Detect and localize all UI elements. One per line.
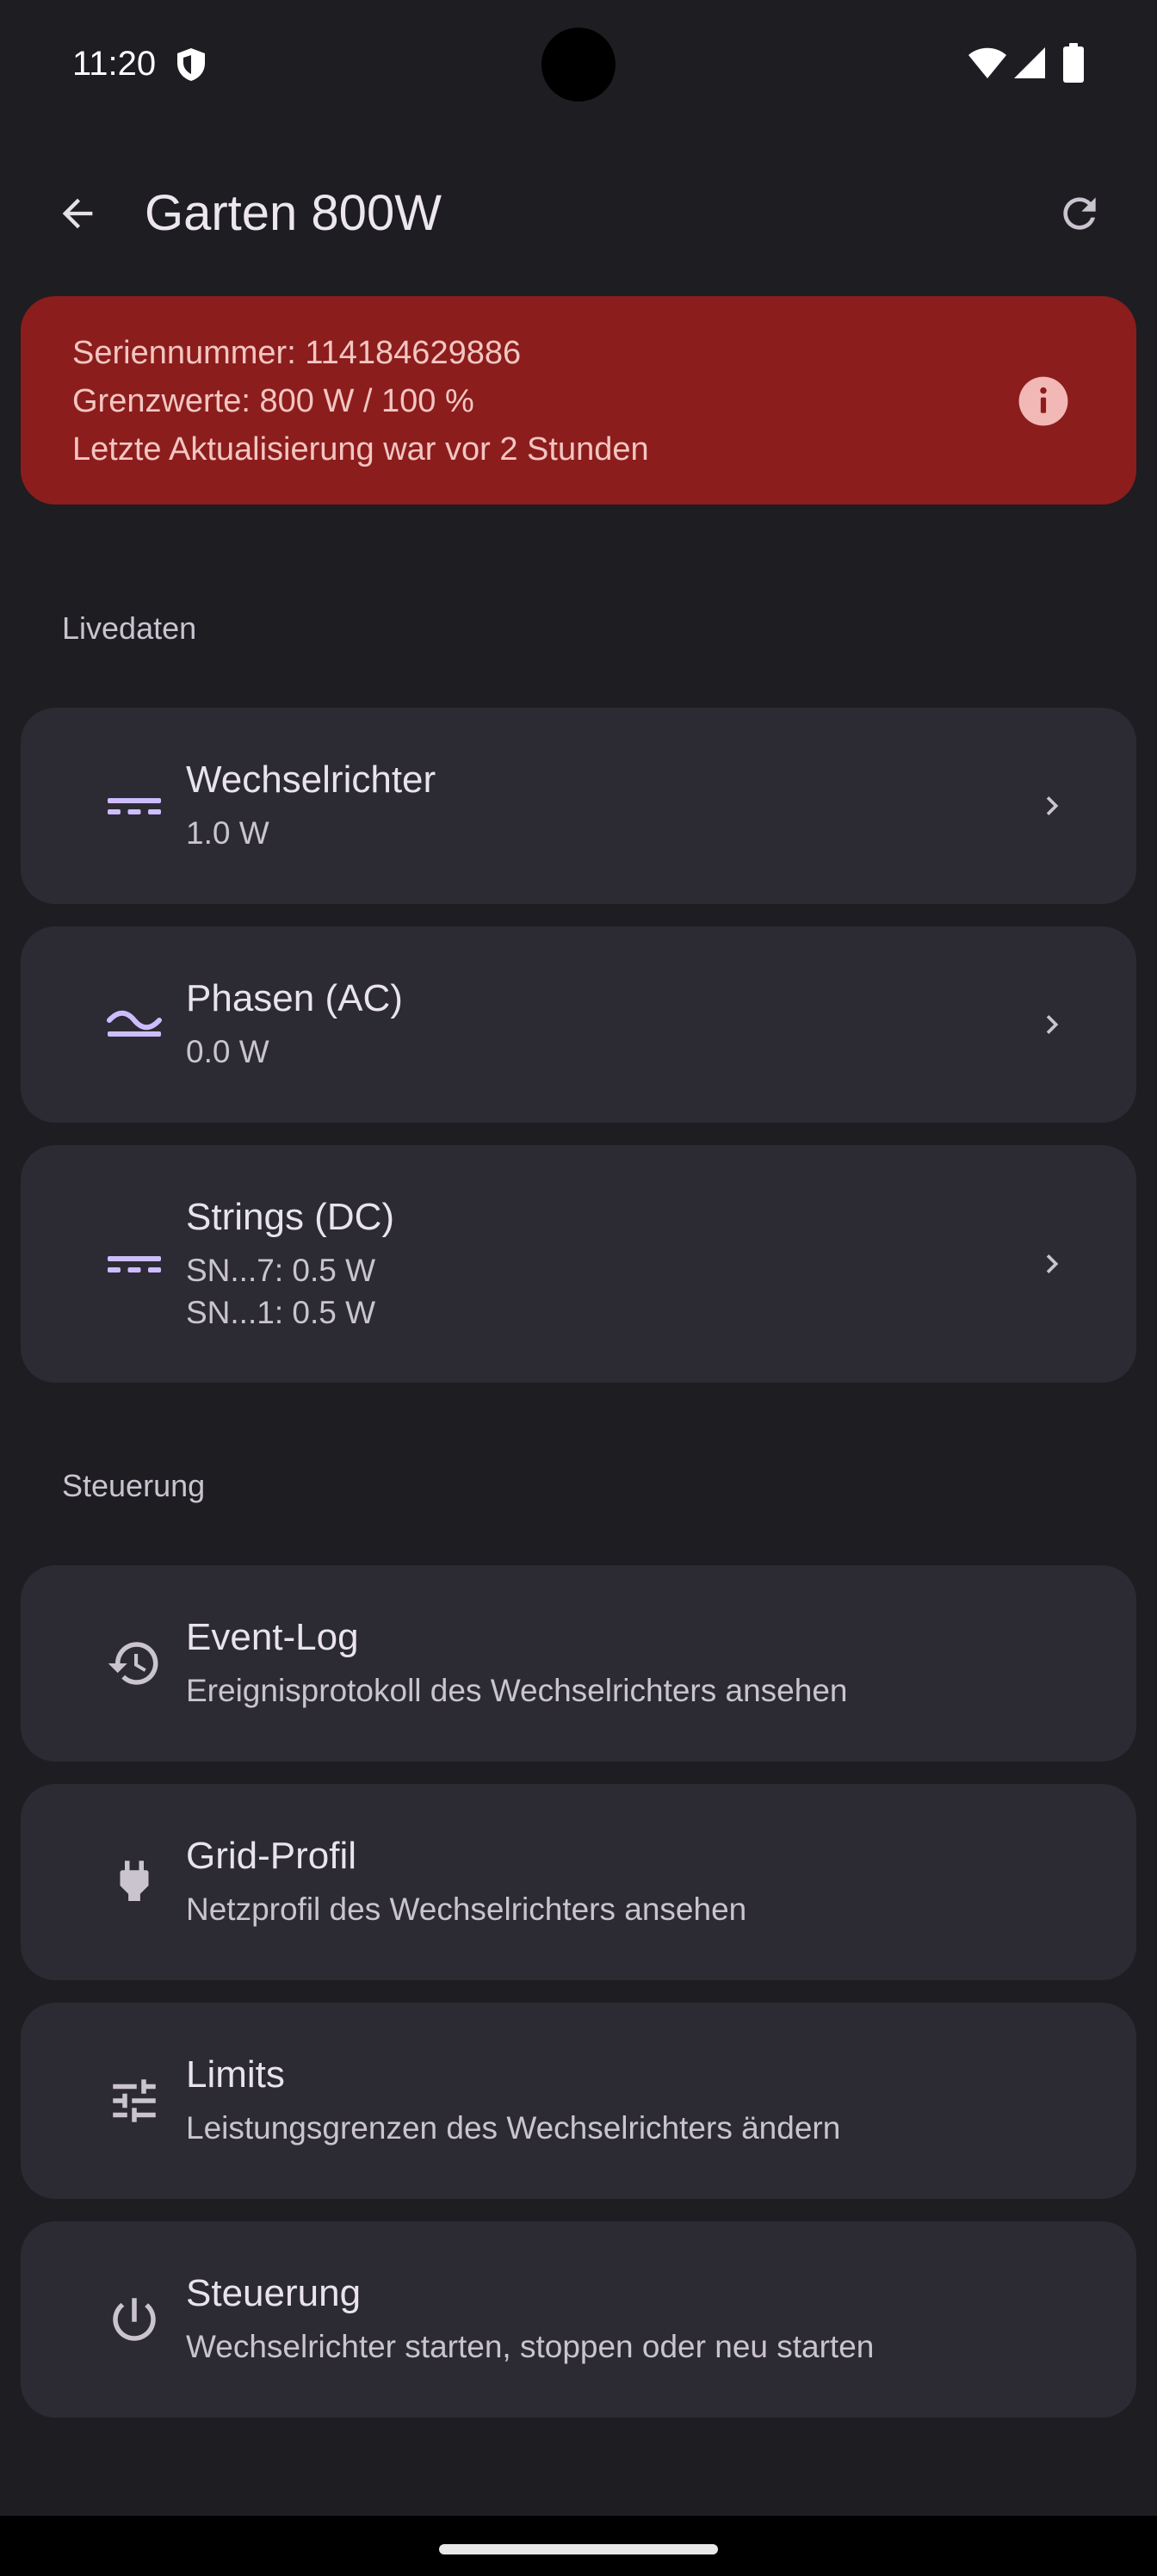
ac-wave-icon — [86, 990, 183, 1059]
serial-number-text: Seriennummer: 114184629886 — [72, 335, 522, 371]
battery-icon — [1063, 43, 1084, 83]
chevron-right-icon — [1028, 782, 1076, 830]
list-item-grid-profil[interactable]: Grid-Profil Netzprofil des Wechselrichte… — [21, 1784, 1136, 1980]
last-update-text: Letzte Aktualisierung war vor 2 Stunden — [72, 431, 649, 468]
card-subtitle: Wechselrichter starten, stoppen oder neu… — [186, 2329, 875, 2364]
status-time: 11:20 — [72, 45, 157, 83]
arrow-back-icon — [62, 198, 93, 229]
refresh-button[interactable] — [1040, 174, 1119, 253]
card-subtitle: Leistungsgrenzen des Wechselrichters änd… — [186, 2110, 841, 2146]
inverter-status-card: Seriennummer: 114184629886 Grenzwerte: 8… — [21, 296, 1136, 505]
card-title: Strings (DC) — [186, 1196, 395, 1238]
power-icon — [86, 2285, 183, 2354]
section-header-live: Livedaten — [62, 610, 197, 646]
card-title: Steuerung — [186, 2272, 362, 2314]
gesture-handle[interactable] — [439, 2544, 718, 2554]
card-title: Phasen (AC) — [186, 977, 403, 1019]
status-bar: 11:20 — [0, 0, 1157, 129]
list-item-strings[interactable]: Strings (DC) SN...7: 0.5 W SN...1: 0.5 W — [21, 1145, 1136, 1383]
tune-sliders-icon — [86, 2066, 183, 2135]
info-button[interactable] — [1011, 368, 1076, 434]
list-item-limits[interactable]: Limits Leistungsgrenzen des Wechselricht… — [21, 2003, 1136, 2199]
chevron-right-icon — [1028, 1240, 1076, 1288]
page-title: Garten 800W — [145, 185, 442, 241]
cell-signal-icon — [1014, 47, 1045, 78]
history-icon — [86, 1629, 183, 1698]
list-item-event-log[interactable]: Event-Log Ereignisprotokoll des Wechselr… — [21, 1565, 1136, 1762]
card-title: Grid-Profil — [186, 1835, 357, 1877]
top-app-bar: Garten 800W — [0, 146, 1157, 281]
info-icon — [1018, 376, 1068, 426]
section-header-control: Steuerung — [62, 1468, 206, 1503]
back-button[interactable] — [38, 174, 117, 253]
wifi-icon — [968, 47, 1006, 78]
card-subtitle: 0.0 W — [186, 1034, 269, 1069]
dc-current-icon — [86, 771, 183, 840]
chevron-right-icon — [1028, 1000, 1076, 1049]
power-plug-icon — [86, 1848, 183, 1917]
card-title: Wechselrichter — [186, 759, 436, 801]
shield-icon — [177, 48, 205, 81]
list-item-phasen[interactable]: Phasen (AC) 0.0 W — [21, 926, 1136, 1123]
card-title: Event-Log — [186, 1616, 359, 1658]
camera-cutout — [541, 28, 616, 102]
list-item-wechselrichter[interactable]: Wechselrichter 1.0 W — [21, 708, 1136, 904]
card-subtitle: 1.0 W — [186, 815, 269, 851]
card-subtitle-string-1: SN...7: 0.5 W — [186, 1253, 376, 1288]
refresh-icon — [1063, 197, 1096, 230]
list-item-steuerung[interactable]: Steuerung Wechselrichter starten, stoppe… — [21, 2221, 1136, 2418]
card-subtitle-string-2: SN...1: 0.5 W — [186, 1295, 376, 1330]
card-title: Limits — [186, 2053, 285, 2096]
card-subtitle: Ereignisprotokoll des Wechselrichters an… — [186, 1673, 848, 1708]
limits-text: Grenzwerte: 800 W / 100 % — [72, 383, 474, 419]
card-subtitle: Netzprofil des Wechselrichters ansehen — [186, 1892, 747, 1927]
dc-current-icon — [86, 1229, 183, 1298]
